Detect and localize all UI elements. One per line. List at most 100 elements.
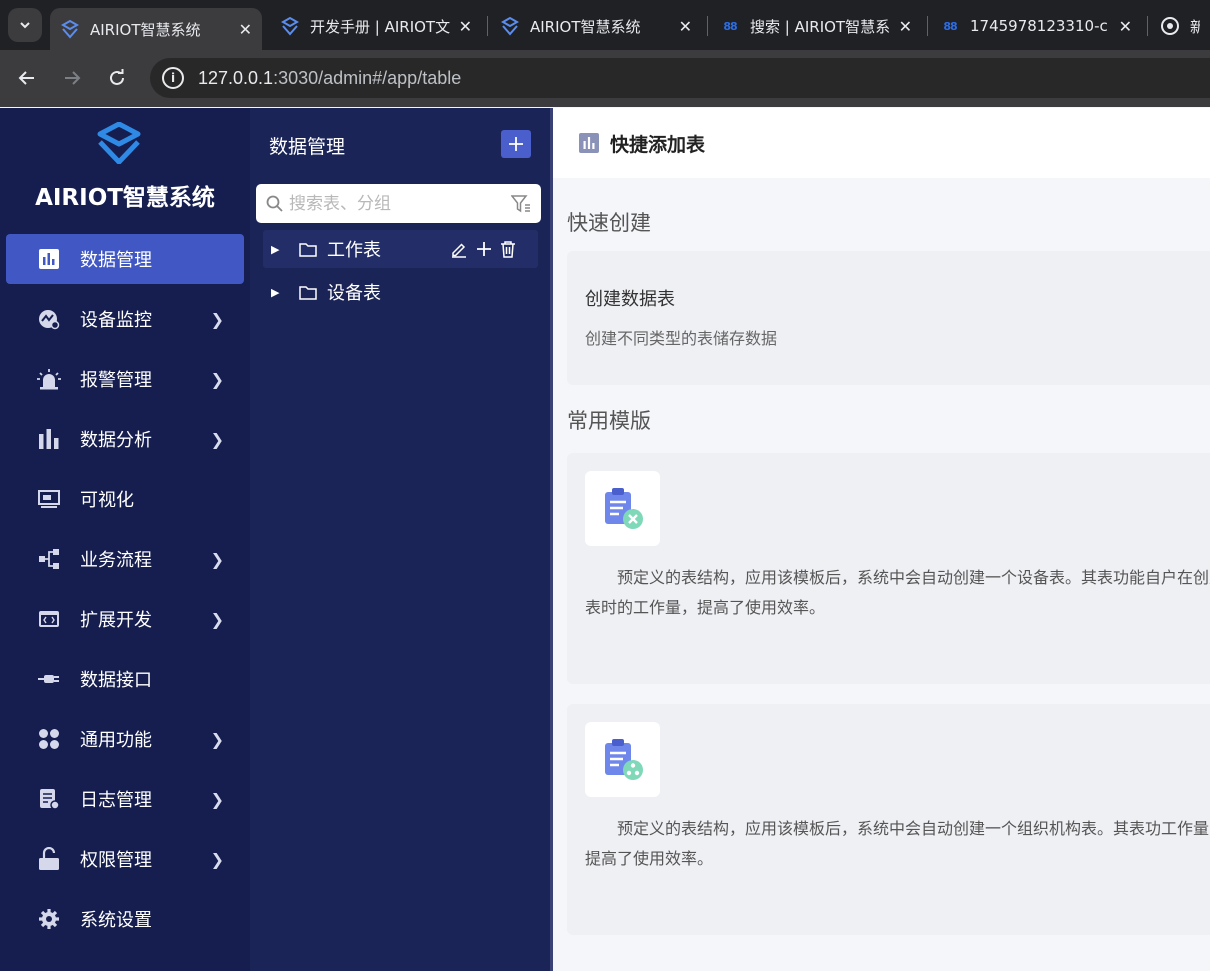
url-host: 127.0.0.1	[198, 67, 274, 88]
tree-node-worksheet[interactable]: ▶ 工作表	[263, 230, 538, 268]
sidebar-item-log-management[interactable]: 日志管理 ❯	[6, 774, 244, 824]
log-icon	[36, 786, 62, 812]
browser-tab[interactable]: 新标	[1150, 8, 1210, 44]
table-tree-panel: 数据管理 ▶ 工作表 ▶ 设备表	[250, 108, 550, 971]
add-group-button[interactable]	[501, 130, 531, 158]
reload-button[interactable]	[103, 64, 131, 92]
sidebar-item-label: 数据接口	[80, 670, 152, 691]
sidebar-item-alarm[interactable]: 报警管理 ❯	[6, 354, 244, 404]
address-bar[interactable]: i 127.0.0.1:3030/admin#/app/table	[150, 58, 1210, 98]
sidebar-item-label: 扩展开发	[80, 610, 152, 631]
airiot-logo-icon	[97, 122, 141, 164]
template-card-organization[interactable]: 预定义的表结构，应用该模板后，系统中会自动创建一个组织机构表。其表功工作量，提高…	[567, 704, 1210, 935]
device-monitor-icon	[36, 306, 62, 332]
arrow-left-icon	[18, 71, 34, 85]
trash-icon[interactable]	[500, 240, 516, 258]
tree-search-box	[256, 184, 541, 223]
sidebar-item-common-features[interactable]: 通用功能 ❯	[6, 714, 244, 764]
plus-icon[interactable]	[476, 241, 492, 257]
sidebar-item-label: 可视化	[80, 490, 134, 511]
forward-button[interactable]	[58, 64, 86, 92]
tree-panel-title: 数据管理	[269, 136, 346, 158]
sidebar-item-data-interface[interactable]: 数据接口	[6, 654, 244, 704]
sidebar-item-extension[interactable]: 扩展开发 ❯	[6, 594, 244, 644]
org-table-template-icon	[585, 722, 660, 797]
sidebar-item-label: 数据管理	[80, 250, 152, 271]
browser-tab[interactable]: 88 搜索 | AIRIOT智慧系 ✕	[710, 8, 922, 44]
sidebar-item-workflow[interactable]: 业务流程 ❯	[6, 534, 244, 584]
chevron-right-icon: ❯	[210, 549, 224, 569]
browser-tab[interactable]: 88 1745978123310-c ✕	[930, 8, 1142, 44]
airiot-logo-icon	[60, 19, 80, 39]
close-icon[interactable]: ✕	[459, 17, 472, 36]
sidebar-item-analytics[interactable]: 数据分析 ❯	[6, 414, 244, 464]
browser-tab-bar: AIRIOT智慧系统 ✕ 开发手册 | AIRIOT文 ✕ AIRIOT智慧系统…	[0, 0, 1210, 50]
close-icon[interactable]: ✕	[679, 17, 692, 36]
caret-right-icon[interactable]: ▶	[271, 243, 281, 256]
tree-node-actions	[450, 240, 516, 258]
lock-icon	[36, 846, 62, 872]
chevron-right-icon: ❯	[210, 849, 224, 869]
workflow-icon	[36, 546, 62, 572]
main-content: 快捷添加表 快速创建 创建数据表 创建不同类型的表储存数据 常用模版 预定义的表…	[553, 108, 1210, 971]
caret-right-icon[interactable]: ▶	[271, 286, 281, 299]
monitor-icon	[36, 486, 62, 512]
template-desc: 预定义的表结构，应用该模板后，系统中会自动创建一个设备表。其表功能自户在创建表时…	[585, 568, 1210, 617]
sidebar-item-data-management[interactable]: 数据管理	[6, 234, 244, 284]
main-header: 快捷添加表	[553, 108, 1210, 178]
browser-toolbar: i 127.0.0.1:3030/admin#/app/table	[0, 50, 1210, 107]
sidebar-item-label: 通用功能	[80, 730, 152, 751]
sidebar-item-label: 数据分析	[80, 430, 152, 451]
browser-tab-active[interactable]: AIRIOT智慧系统 ✕	[50, 8, 262, 50]
edit-icon[interactable]	[450, 240, 468, 258]
tab-label: 新标	[1190, 17, 1200, 36]
chevron-right-icon: ❯	[210, 729, 224, 749]
tree-node-label: 工作表	[327, 240, 381, 261]
brand-name: AIRIOT智慧系统	[35, 185, 215, 211]
tab-separator	[927, 16, 928, 36]
create-table-card[interactable]: 创建数据表 创建不同类型的表储存数据	[567, 251, 1210, 385]
close-icon[interactable]: ✕	[1119, 17, 1132, 36]
tab-label: AIRIOT智慧系统	[90, 20, 201, 39]
chrome-icon	[1160, 16, 1180, 36]
apps-icon	[36, 726, 62, 752]
bar-chart-icon	[36, 246, 62, 272]
tree-node-device-table[interactable]: ▶ 设备表	[263, 273, 538, 311]
device-table-template-icon	[585, 471, 660, 546]
sidebar-item-device-monitor[interactable]: 设备监控 ❯	[6, 294, 244, 344]
close-icon[interactable]: ✕	[899, 17, 912, 36]
chevron-right-icon: ❯	[210, 429, 224, 449]
url-path: :3030/admin#/app/table	[273, 67, 462, 88]
app-sidebar: AIRIOT智慧系统 数据管理 设备监控 ❯ 报警管理 ❯ 数据分析 ❯ 可视化	[0, 108, 250, 971]
sidebar-item-label: 系统设置	[80, 910, 152, 931]
tree-node-label: 设备表	[327, 283, 381, 304]
quick-create-heading: 快速创建	[567, 211, 651, 235]
plus-icon	[509, 137, 523, 151]
sidebar-item-visualization[interactable]: 可视化	[6, 474, 244, 524]
sidebar-item-label: 业务流程	[80, 550, 152, 571]
close-icon[interactable]: ✕	[239, 20, 252, 39]
create-table-desc: 创建不同类型的表储存数据	[585, 329, 778, 348]
browser-tab[interactable]: 开发手册 | AIRIOT文 ✕	[270, 8, 482, 44]
folder-icon	[299, 283, 319, 301]
create-table-title: 创建数据表	[585, 289, 675, 310]
code-window-icon	[36, 606, 62, 632]
tree-search-input[interactable]	[289, 193, 511, 214]
analytics-icon	[36, 426, 62, 452]
sidebar-item-system-settings[interactable]: 系统设置	[6, 894, 244, 944]
templates-heading: 常用模版	[567, 409, 651, 433]
browser-tab[interactable]: AIRIOT智慧系统 ✕	[490, 8, 702, 44]
bar-chart-icon	[579, 133, 599, 153]
sidebar-item-permissions[interactable]: 权限管理 ❯	[6, 834, 244, 884]
back-button[interactable]	[13, 64, 41, 92]
template-card-device[interactable]: 预定义的表结构，应用该模板后，系统中会自动创建一个设备表。其表功能自户在创建表时…	[567, 453, 1210, 684]
info-icon[interactable]: i	[162, 67, 184, 89]
tab-search-button[interactable]	[8, 8, 42, 42]
airiot-logo-icon	[280, 16, 300, 36]
tab-separator	[487, 16, 488, 36]
sidebar-item-label: 报警管理	[80, 370, 152, 391]
filter-icon[interactable]	[511, 194, 531, 214]
tab-separator	[707, 16, 708, 36]
chevron-right-icon: ❯	[210, 609, 224, 629]
arrow-right-icon	[65, 71, 81, 85]
